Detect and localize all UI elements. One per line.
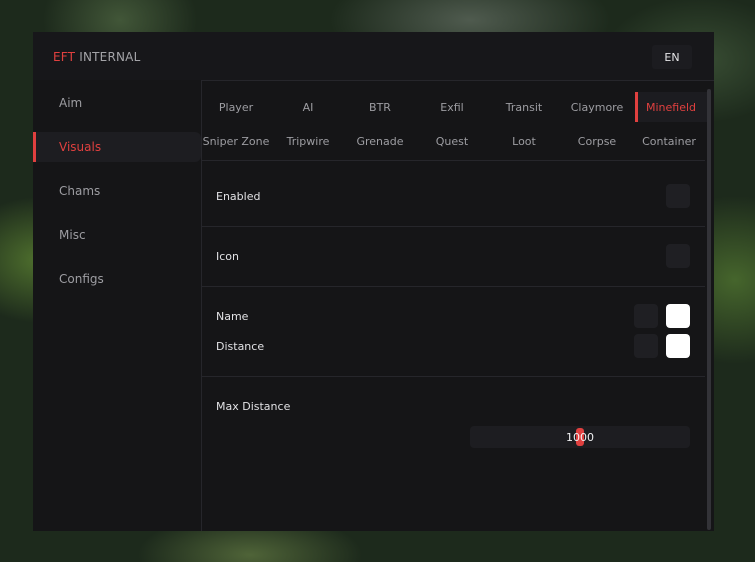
enabled-label: Enabled <box>216 190 261 203</box>
sidebar-item-visuals[interactable]: Visuals <box>33 132 201 162</box>
distance-color-swatch[interactable] <box>666 334 690 358</box>
name-checkbox[interactable] <box>634 304 658 328</box>
tab-player[interactable]: Player <box>200 92 272 122</box>
tab-btr[interactable]: BTR <box>344 92 416 122</box>
sidebar-item-chams[interactable]: Chams <box>33 176 201 206</box>
max-distance-slider[interactable]: 1000 <box>470 426 690 448</box>
max-distance-label: Max Distance <box>216 400 291 413</box>
app-title-brand: EFT <box>53 50 76 64</box>
distance-checkbox[interactable] <box>634 334 658 358</box>
content-panel: Player AI BTR Exfil Transit Claymore Min… <box>201 80 714 531</box>
icon-label: Icon <box>216 250 239 263</box>
icon-checkbox[interactable] <box>666 244 690 268</box>
section-divider <box>202 376 705 377</box>
tab-loot[interactable]: Loot <box>488 126 560 156</box>
distance-label: Distance <box>216 340 265 353</box>
language-button[interactable]: EN <box>652 45 692 69</box>
tab-claymore[interactable]: Claymore <box>561 92 633 122</box>
tab-exfil[interactable]: Exfil <box>416 92 488 122</box>
max-distance-value: 1000 <box>566 430 594 444</box>
enabled-checkbox[interactable] <box>666 184 690 208</box>
sidebar: Aim Visuals Chams Misc Configs <box>33 80 201 531</box>
tab-grenade[interactable]: Grenade <box>344 126 416 156</box>
tab-container[interactable]: Container <box>633 126 705 156</box>
tabs-divider <box>202 160 705 161</box>
window-header: EFT INTERNAL EN <box>33 32 714 80</box>
tab-sniper-zone[interactable]: Sniper Zone <box>200 126 272 156</box>
sidebar-item-misc[interactable]: Misc <box>33 220 201 250</box>
name-color-swatch[interactable] <box>666 304 690 328</box>
sidebar-item-configs[interactable]: Configs <box>33 264 201 294</box>
app-title-rest: INTERNAL <box>79 50 141 64</box>
section-divider <box>202 286 705 287</box>
section-divider <box>202 226 705 227</box>
content-scrollbar[interactable] <box>707 89 711 530</box>
tab-quest[interactable]: Quest <box>416 126 488 156</box>
app-title: EFT INTERNAL <box>53 50 140 64</box>
tab-corpse[interactable]: Corpse <box>561 126 633 156</box>
sidebar-item-aim[interactable]: Aim <box>33 88 201 118</box>
tab-tripwire[interactable]: Tripwire <box>272 126 344 156</box>
tab-transit[interactable]: Transit <box>488 92 560 122</box>
tab-minefield[interactable]: Minefield <box>635 92 707 122</box>
name-label: Name <box>216 310 249 323</box>
main-window: EFT INTERNAL EN Aim Visuals Chams Misc C… <box>33 32 714 531</box>
tab-ai[interactable]: AI <box>272 92 344 122</box>
